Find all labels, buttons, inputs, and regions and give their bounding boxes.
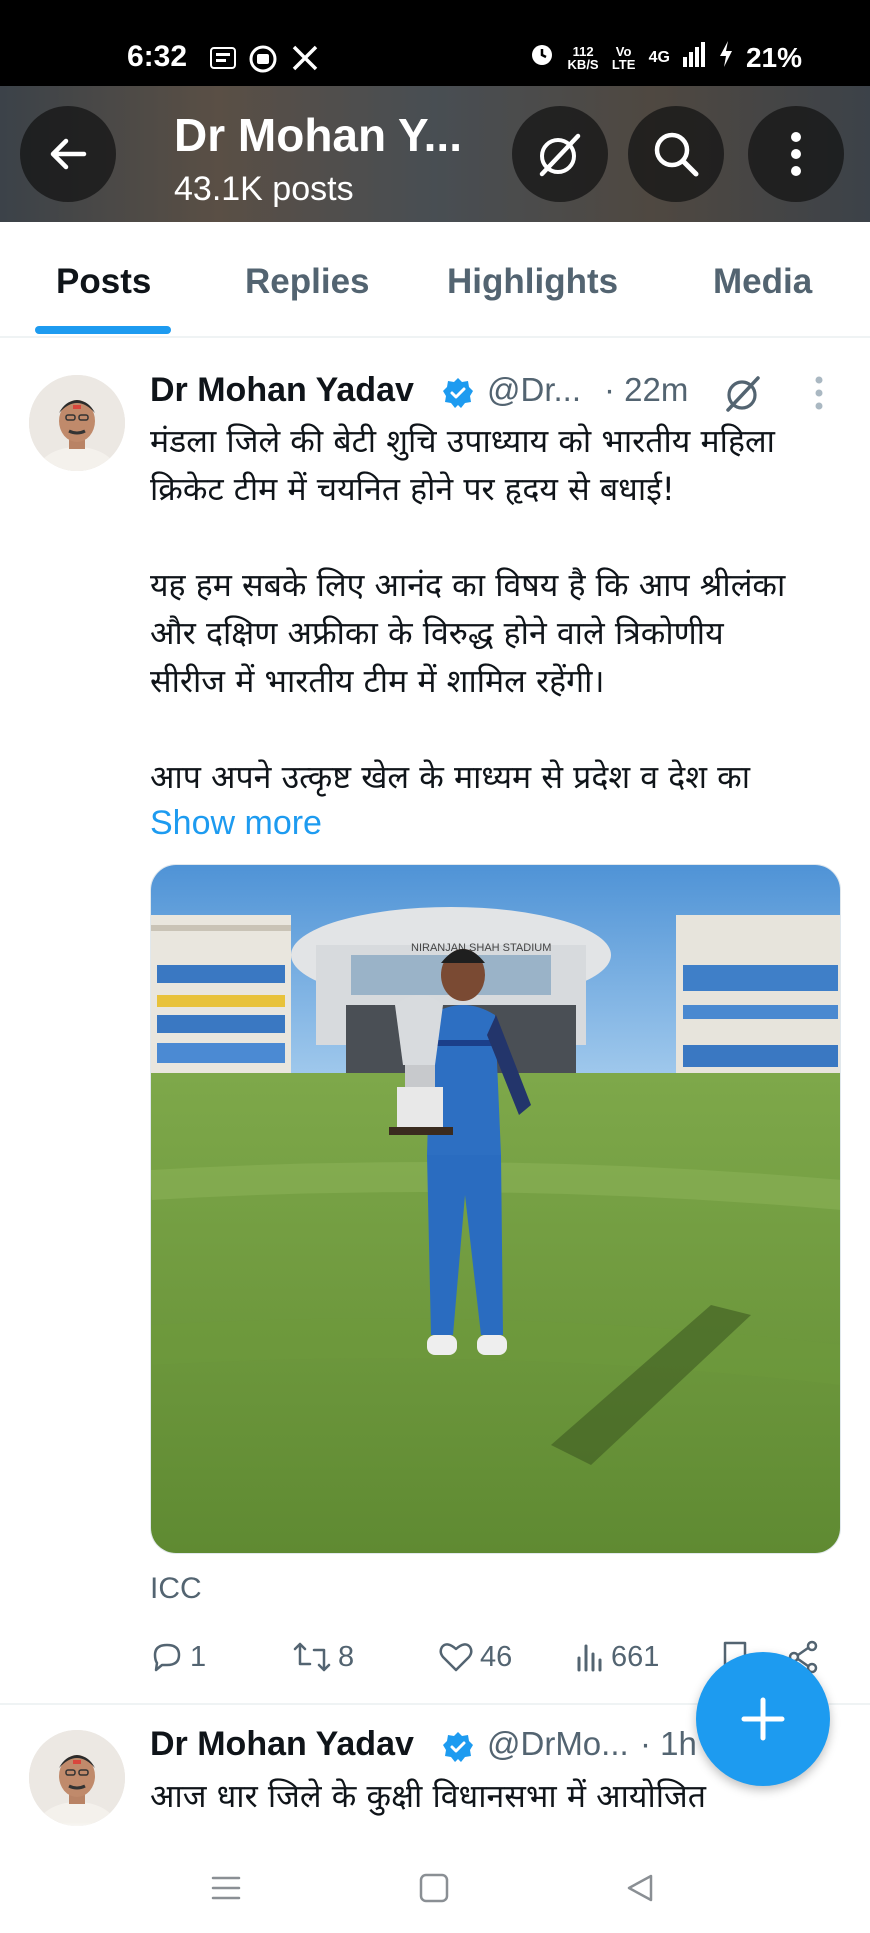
views-icon: [577, 1644, 602, 1672]
profile-tabs: Posts Replies Highlights Media: [0, 222, 870, 338]
battery-level: 21%: [745, 41, 802, 73]
tab-posts[interactable]: Posts: [56, 262, 151, 302]
search-button[interactable]: [628, 106, 724, 202]
plus-icon: [741, 1697, 785, 1741]
header-post-count: 43.1K posts: [174, 170, 354, 208]
back-button[interactable]: [20, 106, 116, 202]
repost-count: 8: [338, 1640, 355, 1673]
post-media-image[interactable]: NIRANJAN SHAH STADIUM: [150, 864, 841, 1554]
post-author-name[interactable]: Dr Mohan Yadav: [150, 371, 414, 410]
header-title: Dr Mohan Y...: [174, 109, 462, 161]
system-navigation-bar: [0, 1826, 870, 1933]
active-tab-indicator: [35, 326, 171, 334]
network-speed: 112 KB/S: [568, 45, 599, 71]
arrow-left-icon: [50, 138, 87, 170]
post-author-handle[interactable]: @Dr...: [487, 371, 581, 409]
post-text-line: मंडला जिले की बेटी शुचि उपाध्याय को भारत…: [150, 422, 775, 460]
dainik-bhaskar-icon: [209, 44, 237, 78]
reply-button[interactable]: 1: [150, 1640, 206, 1674]
post-text-line: क्रिकेट टीम में चयनित होने पर हृदय से बध…: [150, 470, 675, 508]
grok-button[interactable]: [512, 106, 608, 202]
avatar[interactable]: [29, 1730, 125, 1826]
grok-icon[interactable]: [722, 372, 764, 419]
post-more-icon[interactable]: [814, 376, 824, 415]
post-text-line: सीरीज में भारतीय टीम में शामिल रहेंगी।: [150, 662, 605, 700]
like-button[interactable]: 46: [438, 1640, 512, 1674]
post-text-line: [150, 705, 850, 753]
repost-button[interactable]: 8: [292, 1640, 354, 1674]
views-button[interactable]: 661: [575, 1640, 659, 1674]
alarm-icon: [528, 40, 556, 75]
verified-badge-icon: [442, 1731, 474, 1763]
avatar[interactable]: [29, 375, 125, 471]
more-options-button[interactable]: [748, 106, 844, 202]
post-text-line: आप अपने उत्कृष्ट खेल के माध्यम से प्रदेश…: [150, 758, 751, 796]
grok-icon: [539, 133, 581, 177]
network-speed-value: 112: [572, 43, 594, 59]
back-nav-icon[interactable]: [624, 1872, 656, 1909]
reply-icon: [153, 1643, 181, 1672]
network-speed-unit: KB/S: [567, 56, 599, 72]
youtube-icon: [248, 44, 278, 80]
signal-icon: [682, 41, 706, 74]
like-count: 46: [480, 1640, 513, 1673]
heart-icon: [439, 1643, 473, 1672]
signal-type: 4G: [648, 48, 670, 66]
reply-count: 1: [190, 1640, 207, 1673]
home-icon[interactable]: [418, 1872, 450, 1909]
post-author-name[interactable]: Dr Mohan Yadav: [150, 1725, 414, 1764]
status-bar: 6:32 112 KB/S Vo LTE 4G 21%: [0, 0, 870, 86]
post-author-handle[interactable]: @DrMo...: [487, 1725, 629, 1763]
search-icon: [654, 132, 699, 177]
post-text: मंडला जिले की बेटी शुचि उपाध्याय को भारत…: [150, 417, 850, 801]
profile-header: Dr Mohan Y... 43.1K posts: [0, 86, 870, 222]
compose-post-button[interactable]: [696, 1652, 830, 1786]
views-count: 661: [611, 1640, 660, 1673]
recent-apps-icon[interactable]: [210, 1872, 242, 1909]
status-time: 6:32: [127, 40, 188, 73]
show-more-link[interactable]: Show more: [150, 804, 322, 843]
status-right-group: 112 KB/S Vo LTE 4G 21%: [528, 40, 802, 75]
post-timestamp[interactable]: · 22m: [604, 371, 688, 409]
volte-indicator: Vo LTE: [611, 43, 636, 72]
post-text-line: और दक्षिण अफ्रीका के विरुद्ध होने वाले त…: [150, 614, 724, 652]
stadium-sign: NIRANJAN SHAH STADIUM: [411, 942, 551, 954]
repost-icon: [293, 1642, 331, 1672]
tab-media[interactable]: Media: [713, 262, 812, 302]
post-text-line: [150, 513, 850, 561]
tab-highlights[interactable]: Highlights: [447, 262, 618, 302]
tab-replies[interactable]: Replies: [245, 262, 370, 302]
verified-badge-icon: [442, 377, 474, 409]
post-timestamp[interactable]: · 1h: [640, 1725, 697, 1763]
more-vertical-icon: [791, 132, 801, 176]
x-icon: [291, 44, 319, 78]
post-text-line: यह हम सबके लिए आनंद का विषय है कि आप श्र…: [150, 566, 786, 604]
media-credit: ICC: [150, 1572, 202, 1605]
charging-icon: [718, 40, 734, 75]
